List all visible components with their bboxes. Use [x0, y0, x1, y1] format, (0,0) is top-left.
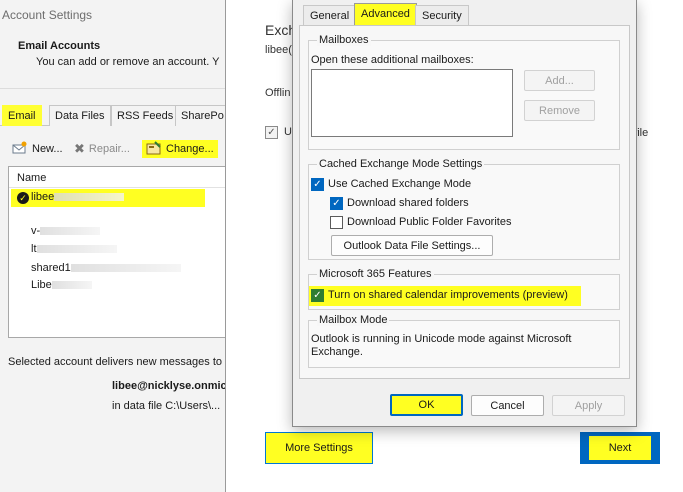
use-cached-mode-checkbox[interactable]: ✓ [311, 178, 324, 191]
open-mailboxes-label: Open these additional mailboxes: [311, 54, 474, 66]
list-item[interactable]: shared1 [31, 262, 181, 274]
change-card-icon [146, 140, 162, 158]
cached-mode-legend: Cached Exchange Mode Settings [317, 158, 485, 170]
redacted-text [54, 193, 125, 202]
repair-button[interactable]: ✖ Repair... [74, 140, 130, 158]
account-tabs: Email Data Files RSS Feeds SharePo [0, 105, 225, 126]
list-item[interactable]: lt [31, 243, 117, 255]
advanced-panel: Mailboxes Open these additional mailboxe… [299, 25, 630, 379]
more-settings-label: More Settings [285, 442, 353, 454]
mailboxes-group: Mailboxes Open these additional mailboxe… [308, 34, 620, 150]
exchange-settings-dialog: General Advanced Security Mailboxes Open… [292, 0, 637, 427]
tab-sharepoint[interactable]: SharePo [175, 105, 225, 126]
mailbox-mode-group: Mailbox Mode Outlook is running in Unico… [308, 314, 620, 368]
account-name: Libe [31, 279, 52, 291]
download-public-checkbox[interactable] [330, 216, 343, 229]
email-accounts-subtext: You can add or remove an account. Y [36, 56, 220, 68]
list-header-name: Name [17, 172, 47, 184]
use-cached-mode-label: Use Cached Exchange Mode [328, 178, 472, 190]
account-name: libee [31, 191, 55, 203]
more-settings-button[interactable]: More Settings [265, 432, 373, 464]
use-cached-checkbox[interactable]: ✓ [265, 126, 278, 139]
ok-button[interactable]: OK [390, 394, 463, 416]
mailboxes-legend: Mailboxes [317, 34, 371, 46]
cancel-button[interactable]: Cancel [471, 395, 544, 416]
tab-advanced[interactable]: Advanced [354, 3, 417, 26]
new-label: New... [32, 143, 63, 155]
default-account-check-icon: ✓ [17, 192, 29, 204]
next-label: Next [588, 436, 652, 460]
tab-general[interactable]: General [303, 5, 357, 25]
apply-button[interactable]: Apply [552, 395, 625, 416]
tab-rss-feeds[interactable]: RSS Feeds [111, 105, 180, 126]
new-mail-icon [12, 141, 28, 158]
mailbox-mode-text-2: Exchange. [311, 346, 363, 358]
accounts-list: Name ✓ libee v- lt shared1 Libe [8, 166, 225, 338]
next-button[interactable]: Next [580, 432, 660, 464]
list-item[interactable]: ✓ libee [11, 189, 205, 207]
email-accounts-heading: Email Accounts [18, 40, 101, 52]
list-item[interactable]: v- [31, 225, 101, 237]
data-file-settings-label: Outlook Data File Settings... [343, 239, 481, 252]
additional-mailboxes-list[interactable] [311, 69, 513, 137]
redacted-text [51, 281, 92, 290]
apply-label: Apply [574, 399, 603, 412]
delivery-info: Selected account delivers new messages t… [8, 356, 223, 368]
change-label: Change... [166, 143, 214, 155]
redacted-text [40, 227, 101, 236]
repair-label: Repair... [88, 143, 130, 155]
account-settings-window: Account Settings Email Accounts You can … [0, 0, 226, 492]
account-name: v- [31, 225, 41, 237]
redacted-text [36, 245, 117, 254]
cancel-label: Cancel [490, 399, 525, 412]
tab-email[interactable]: Email [2, 105, 42, 126]
shared-calendar-label: Turn on shared calendar improvements (pr… [328, 289, 568, 301]
exchange-account-line: libee( [265, 44, 292, 56]
ok-label: OK [418, 399, 435, 411]
divider [0, 88, 225, 89]
shared-calendar-checkbox[interactable]: ✓ [311, 289, 324, 302]
list-item[interactable]: Libe [31, 279, 92, 291]
download-shared-label: Download shared folders [347, 197, 469, 209]
m365-legend: Microsoft 365 Features [317, 268, 434, 280]
change-button[interactable]: Change... [142, 140, 218, 158]
mailbox-mode-legend: Mailbox Mode [317, 314, 390, 326]
repair-tools-icon: ✖ [74, 141, 85, 156]
cached-mode-group: Cached Exchange Mode Settings ✓ Use Cach… [308, 158, 620, 260]
add-mailbox-button[interactable]: Add... [524, 70, 595, 91]
add-label: Add... [545, 74, 574, 87]
delivery-datafile: in data file C:\Users\... [112, 400, 221, 412]
window-title: Account Settings [2, 8, 93, 22]
mailbox-mode-text-1: Outlook is running in Unicode mode again… [311, 333, 572, 345]
account-name: shared1 [31, 262, 71, 274]
remove-mailbox-button[interactable]: Remove [524, 100, 595, 121]
list-header-divider [9, 187, 225, 188]
download-public-label: Download Public Folder Favorites [347, 216, 512, 228]
delivery-account: libee@nicklyse.onmic [112, 380, 226, 392]
data-file-settings-button[interactable]: Outlook Data File Settings... [331, 235, 493, 256]
new-account-button[interactable]: New... [12, 140, 63, 158]
download-shared-checkbox[interactable]: ✓ [330, 197, 343, 210]
redacted-text [70, 264, 181, 273]
offline-label: Offlin [265, 87, 291, 99]
tab-data-files[interactable]: Data Files [49, 105, 111, 126]
m365-features-group: Microsoft 365 Features ✓ Turn on shared … [308, 268, 620, 310]
remove-label: Remove [539, 104, 580, 117]
tab-security[interactable]: Security [415, 5, 469, 25]
